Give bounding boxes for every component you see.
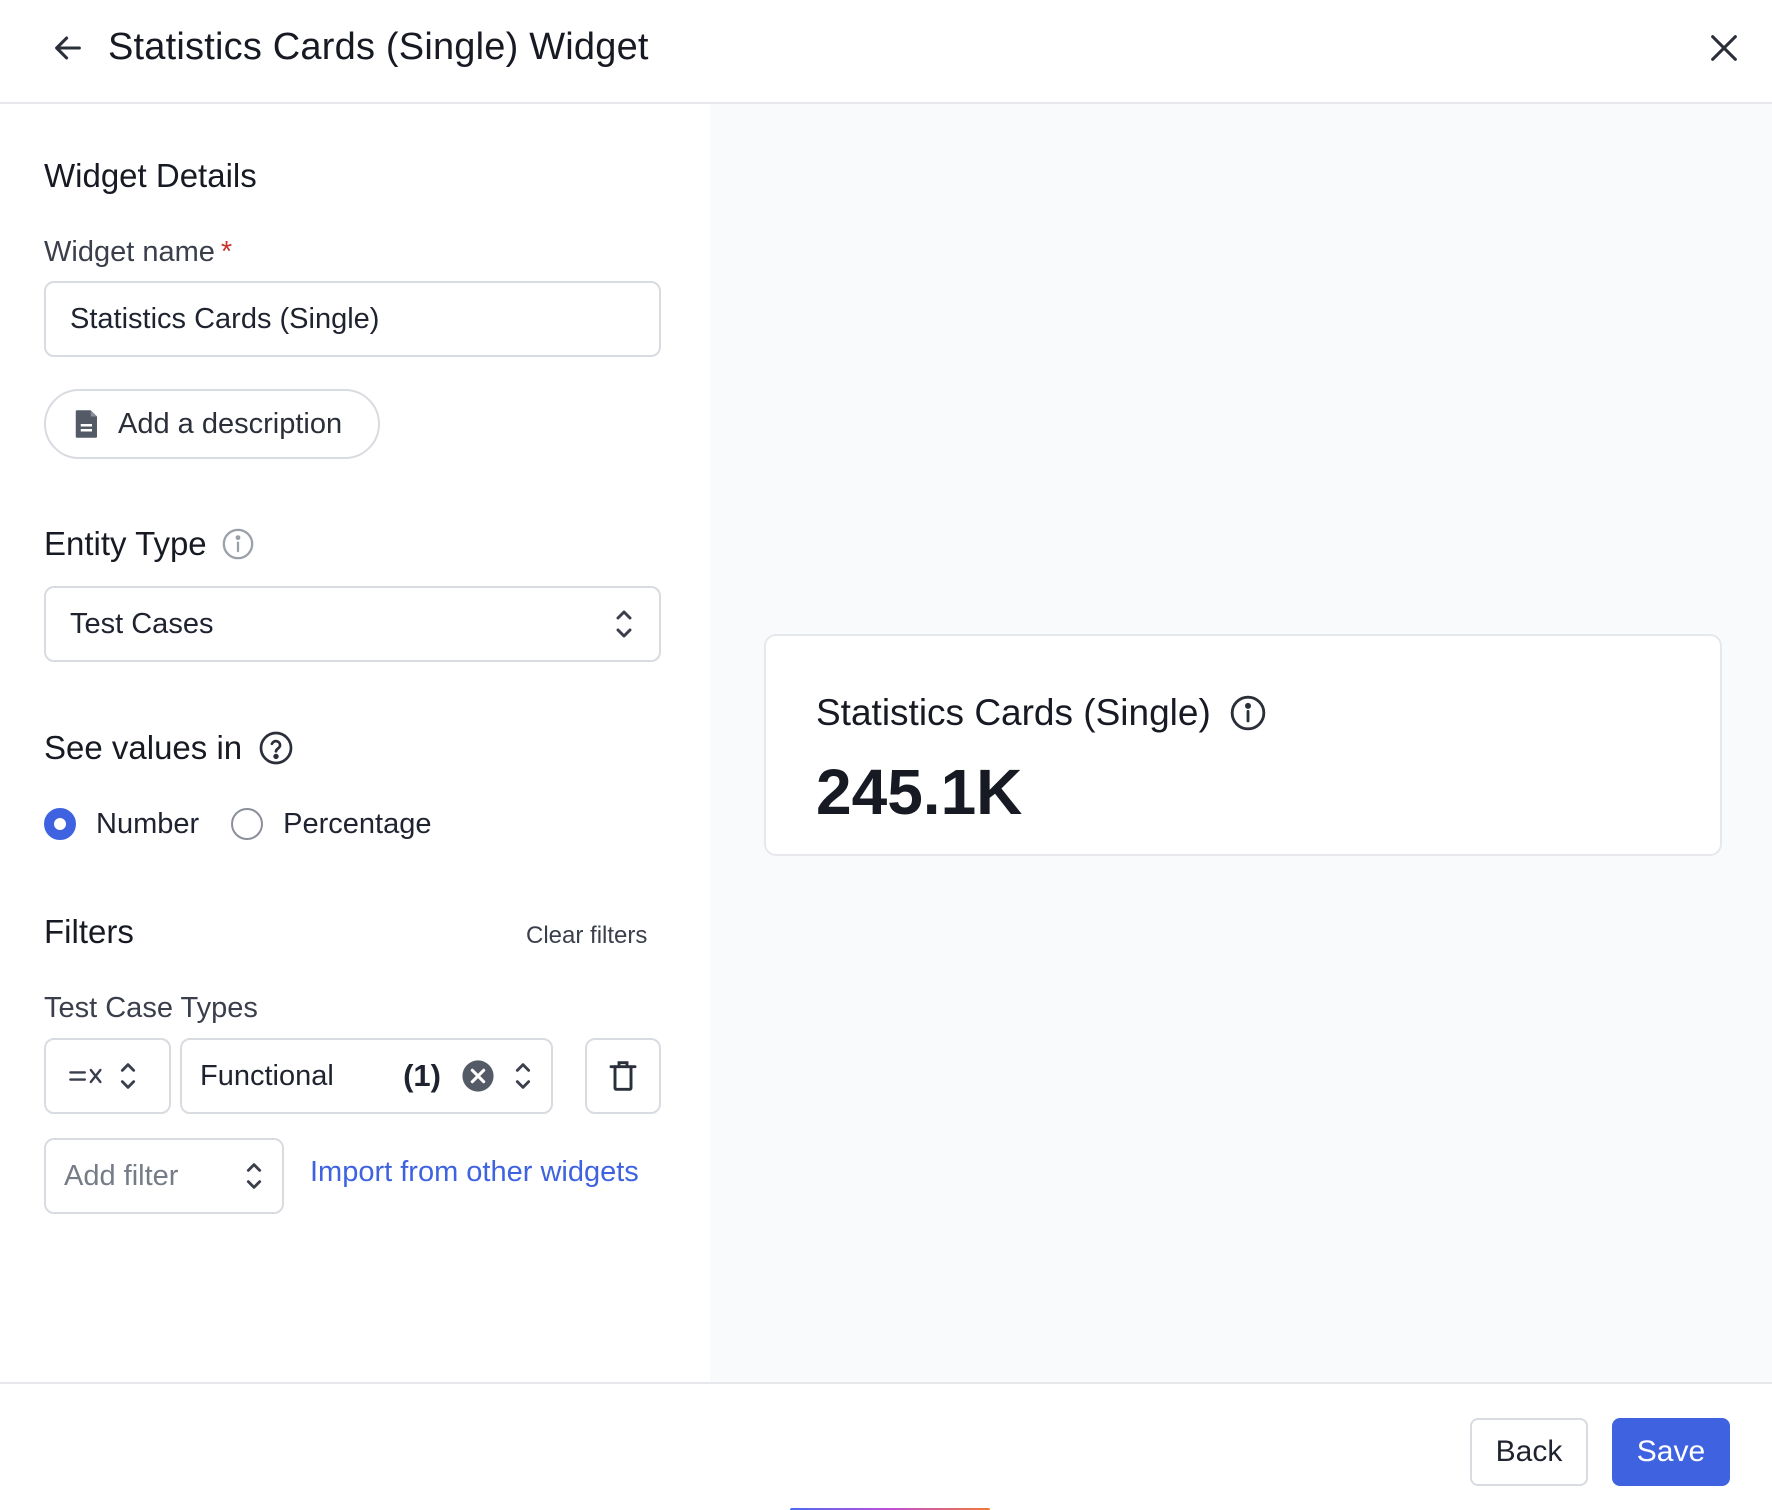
widget-preview-area: Statistics Cards (Single) 245.1K [710, 104, 1772, 1382]
import-from-widgets-link[interactable]: Import from other widgets [310, 1156, 639, 1189]
entity-type-select[interactable]: Test Cases [44, 586, 661, 662]
see-values-in-heading: See values in [44, 728, 294, 768]
help-circle-icon[interactable] [258, 730, 294, 766]
add-filter-select[interactable]: Add filter [44, 1138, 284, 1214]
test-case-types-label: Test Case Types [44, 992, 258, 1024]
add-description-button[interactable]: Add a description [44, 389, 380, 459]
filter-operator-icon [69, 1068, 102, 1084]
values-in-radio-group: Number Percentage [44, 804, 463, 844]
widget-config-panel: Widget Details Widget name * Statistics C… [0, 104, 710, 1382]
clear-circle-icon[interactable] [461, 1059, 495, 1093]
widget-name-input[interactable]: Statistics Cards (Single) [44, 281, 661, 357]
close-icon [1711, 35, 1737, 61]
document-icon [75, 410, 97, 438]
clear-filters-link[interactable]: Clear filters [526, 922, 647, 950]
filter-operator-select[interactable] [44, 1038, 171, 1114]
radio-percentage-label: Percentage [283, 807, 432, 840]
widget-details-title: Widget Details [44, 157, 257, 194]
radio-number[interactable] [44, 808, 76, 840]
back-button[interactable]: Back [1470, 1418, 1588, 1486]
dialog-header: Statistics Cards (Single) Widget [0, 0, 1772, 104]
back-arrow-button[interactable] [44, 24, 92, 72]
arrow-left-icon [55, 36, 81, 60]
trash-icon [609, 1061, 637, 1091]
close-button[interactable] [1700, 24, 1748, 72]
chevron-updown-icon [120, 1063, 136, 1089]
filters-title: Filters [44, 913, 134, 950]
dialog-footer: Back Save [0, 1382, 1772, 1510]
statistics-card-preview: Statistics Cards (Single) 245.1K [764, 634, 1722, 856]
widget-name-label: Widget name * [44, 236, 233, 268]
required-marker: * [220, 236, 233, 268]
stat-card-title: Statistics Cards (Single) [816, 690, 1267, 736]
page-title: Statistics Cards (Single) Widget [108, 26, 649, 68]
filter-count: (1) [403, 1058, 441, 1093]
info-icon[interactable] [221, 527, 255, 561]
chevron-updown-icon [515, 1063, 531, 1089]
delete-filter-button[interactable] [585, 1038, 661, 1114]
stat-card-value: 245.1K [816, 756, 1023, 828]
chevron-updown-icon [246, 1163, 262, 1189]
filter-value-text: Functional [200, 1059, 334, 1092]
chevron-updown-icon [616, 610, 632, 638]
filter-value-select[interactable]: Functional (1) [180, 1038, 553, 1114]
save-button[interactable]: Save [1612, 1418, 1730, 1486]
radio-percentage[interactable] [231, 808, 264, 840]
radio-number-label: Number [96, 807, 200, 840]
entity-type-heading: Entity Type [44, 524, 255, 564]
info-icon[interactable] [1229, 694, 1267, 732]
